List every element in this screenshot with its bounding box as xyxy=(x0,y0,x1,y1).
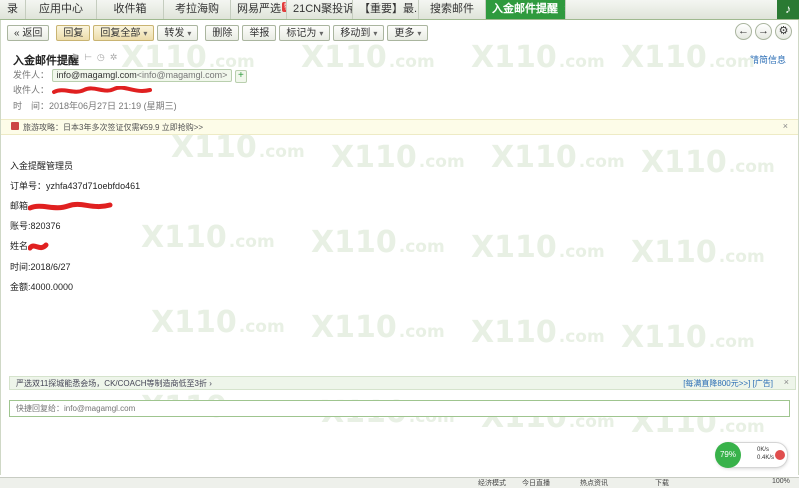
close-icon[interactable]: × xyxy=(783,121,788,131)
speed-boost-icon[interactable] xyxy=(775,450,785,460)
flag-icon[interactable]: ⚑ xyxy=(71,52,84,62)
move-to-button[interactable]: 移动到 ▾ xyxy=(333,24,385,41)
watermark-text: X110.com xyxy=(141,220,275,255)
sender-chip[interactable]: info@magamgl.com<info@magamgl.com> xyxy=(51,69,233,82)
report-button[interactable]: 举报 xyxy=(242,24,277,41)
body-line: 账号:820376 xyxy=(10,221,61,231)
promo-bar[interactable]: 严选双11探城能悉会场，CK/COACH等制造商低至3折 › [每满直降800元… xyxy=(9,376,796,390)
chevron-down-icon: ▾ xyxy=(319,28,324,38)
mail-nav: ← → ⚙ xyxy=(732,23,792,40)
tab-7[interactable]: 搜索邮件 xyxy=(419,0,486,19)
watermark-text: X110.com xyxy=(331,140,465,175)
time-row: 时 间：2018年06月27日 21:19 (星期三) xyxy=(13,101,177,111)
speed-rates: 0K/s 0.4K/s xyxy=(757,447,775,461)
watermark-text: X110.com xyxy=(171,130,305,165)
reply-button[interactable]: 回复 xyxy=(56,24,91,41)
ad-banner[interactable]: 旅游攻略：日本3年多次签证仅需¥59.9 立即抢购>> × xyxy=(1,119,798,135)
watermark-text: X110.com xyxy=(311,310,445,345)
promo-text[interactable]: 严选双11探城能悉会场，CK/COACH等制造商低至3折 › xyxy=(16,378,212,389)
more-button[interactable]: 更多 ▾ xyxy=(387,24,429,41)
watermark-text: X110.com xyxy=(471,230,605,265)
chevron-down-icon: ▾ xyxy=(187,28,192,38)
body-line: 金额:4000.0000 xyxy=(10,282,74,292)
tab-1[interactable]: 应用中心 xyxy=(26,0,97,19)
quick-reply-input[interactable] xyxy=(10,401,782,415)
gear-icon[interactable]: ⚙ xyxy=(775,23,792,40)
chevron-down-icon: ▾ xyxy=(143,28,148,38)
mail-toolbar: « 返回 回复 回复全部 ▾ 转发 ▾ 删除 举报 标记为 ▾ 移动到 ▾ 更多 ▾ xyxy=(7,24,431,41)
body-line: 入金提醒管理员 xyxy=(10,161,74,171)
speed-percent: 79% xyxy=(715,442,741,468)
watermark-text: X110.com xyxy=(631,235,765,270)
close-icon[interactable]: × xyxy=(784,377,789,387)
delete-button[interactable]: 删除 xyxy=(205,24,240,41)
tab-3[interactable]: 考拉海购 xyxy=(164,0,231,19)
mail-subject: 入金邮件提醒 xyxy=(13,55,79,67)
tab-0[interactable]: 录 xyxy=(0,0,26,19)
watermark-text: X110.com xyxy=(471,40,605,75)
back-arrow-icon: « xyxy=(14,27,20,39)
tab-6[interactable]: 【重要】最... xyxy=(353,0,419,19)
body-line: 姓名 xyxy=(10,239,50,254)
cog-small-icon[interactable]: ✲ xyxy=(110,52,123,62)
mark-as-button[interactable]: 标记为 ▾ xyxy=(279,24,331,41)
tab-8[interactable]: 入金邮件提醒× xyxy=(486,0,566,19)
to-row: 收件人： xyxy=(13,83,152,96)
network-speed-widget[interactable]: 79% 0K/s 0.4K/s xyxy=(715,442,788,468)
quick-reply-box[interactable] xyxy=(9,400,790,417)
reply-all-button[interactable]: 回复全部 ▾ xyxy=(93,24,155,41)
body-line: 时间:2018/6/27 xyxy=(10,262,71,272)
body-line: 邮箱 xyxy=(10,199,113,213)
body-line: 订单号：yzhfa437d71oebfdo461 xyxy=(10,181,141,191)
watermark-text: X110.com xyxy=(491,140,625,175)
watermark-text: X110.com xyxy=(621,320,755,355)
mail-view: « 返回 回复 回复全部 ▾ 转发 ▾ 删除 举报 标记为 ▾ 移动到 ▾ 更多 ▾ ← … xyxy=(0,20,799,475)
watermark-text: X110.com xyxy=(621,40,755,75)
chevron-down-icon: ▾ xyxy=(417,28,422,38)
tab-bar: 录应用中心收件箱考拉海购网易严选特价21CN聚投诉...【重要】最...搜索邮件… xyxy=(0,0,799,20)
watermark-text: X110.com xyxy=(311,225,445,260)
back-button[interactable]: « 返回 xyxy=(7,24,50,41)
close-icon[interactable]: × xyxy=(564,3,565,15)
watermark-text: X110.com xyxy=(471,315,605,350)
from-row: 发件人： info@magamgl.com<info@magamgl.com> … xyxy=(13,68,247,83)
forward-button[interactable]: 转发 ▾ xyxy=(157,24,199,41)
redaction-mark xyxy=(28,201,113,211)
promo-link[interactable]: [每满直降800元>>] [广告] xyxy=(683,378,773,389)
tab-2[interactable]: 收件箱 xyxy=(97,0,164,19)
watermark-text: X110.com xyxy=(641,145,775,180)
add-contact-icon[interactable]: + xyxy=(234,70,247,83)
precise-info-link[interactable]: 精简信息 xyxy=(750,53,786,66)
tab-5[interactable]: 21CN聚投诉... xyxy=(287,0,353,19)
prev-mail-icon[interactable]: ← xyxy=(735,23,752,40)
redaction-mark xyxy=(28,242,49,251)
watermark-text: X110.com xyxy=(151,305,285,340)
chevron-down-icon: ▾ xyxy=(373,28,378,38)
tab-4[interactable]: 网易严选特价 xyxy=(231,0,287,19)
clock-icon[interactable]: ◷ xyxy=(97,52,110,62)
watermark-text: X110.com xyxy=(301,40,435,75)
next-mail-icon[interactable]: → xyxy=(755,23,772,40)
music-icon[interactable]: ♪ xyxy=(777,0,799,19)
redaction-mark xyxy=(51,85,152,94)
pin-icon[interactable]: ⊢ xyxy=(84,52,97,62)
status-bar: 经济模式 今日直播 热点资讯 下载 100% xyxy=(0,477,799,488)
ad-icon xyxy=(11,122,19,130)
ad-text[interactable]: 旅游攻略：日本3年多次签证仅需¥59.9 立即抢购>> xyxy=(23,122,203,133)
status-item[interactable]: 100% xyxy=(772,478,790,485)
mail-flag-icons[interactable]: ⚑⊢◷✲ xyxy=(71,52,122,63)
